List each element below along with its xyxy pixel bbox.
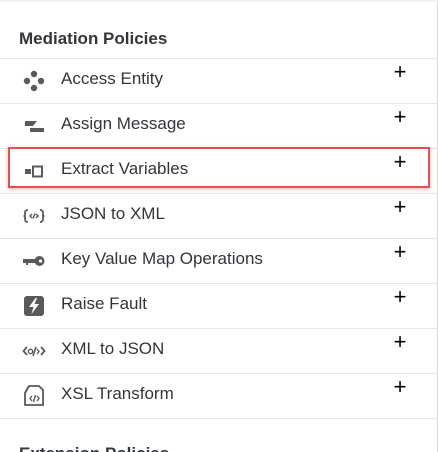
policy-row-extract-variables[interactable]: Extract Variables + — [0, 149, 437, 194]
add-xml-to-json-button[interactable]: + — [389, 329, 411, 355]
assign-message-icon — [22, 114, 46, 138]
policy-row-xml-to-json[interactable]: XML to JSON + — [0, 329, 437, 374]
add-extract-variables-button[interactable]: + — [389, 149, 411, 175]
extract-variables-icon — [22, 159, 46, 183]
policy-label: JSON to XML — [61, 204, 165, 223]
add-access-entity-button[interactable]: + — [389, 59, 411, 85]
policy-row-access-entity[interactable]: Access Entity + — [0, 59, 437, 104]
section-title: Mediation Policies — [19, 29, 168, 48]
policy-label: Access Entity — [61, 69, 164, 88]
key-icon — [22, 249, 46, 273]
policy-label: Assign Message — [61, 114, 186, 133]
add-key-value-map-button[interactable]: + — [389, 239, 411, 265]
policy-list: Access Entity + Assign Message + Extract… — [0, 58, 437, 419]
policy-panel: Mediation Policies Access Entity + Assig… — [0, 0, 438, 452]
policy-row-raise-fault[interactable]: Raise Fault + — [0, 284, 437, 329]
policy-row-key-value-map[interactable]: Key Value Map Operations + — [0, 239, 437, 284]
raise-fault-icon — [22, 294, 46, 318]
access-entity-icon — [22, 69, 46, 93]
policy-label: Raise Fault — [61, 294, 147, 313]
policy-row-xsl-transform[interactable]: XSL Transform + — [0, 374, 437, 419]
add-xsl-transform-button[interactable]: + — [389, 374, 411, 400]
xsl-transform-icon — [22, 384, 46, 408]
policy-label: Key Value Map Operations — [61, 249, 263, 268]
add-assign-message-button[interactable]: + — [389, 104, 411, 130]
policy-row-assign-message[interactable]: Assign Message + — [0, 104, 437, 149]
policy-row-json-to-xml[interactable]: JSON to XML + — [0, 194, 437, 239]
add-json-to-xml-button[interactable]: + — [389, 194, 411, 220]
top-divider — [0, 0, 438, 2]
policy-label: XML to JSON — [61, 339, 165, 358]
json-to-xml-icon — [22, 204, 46, 228]
policy-label: Extract Variables — [61, 159, 189, 178]
next-section-title: Extension Policies — [19, 444, 169, 452]
policy-label: XSL Transform — [61, 384, 174, 403]
xml-to-json-icon — [22, 339, 46, 363]
add-raise-fault-button[interactable]: + — [389, 284, 411, 310]
